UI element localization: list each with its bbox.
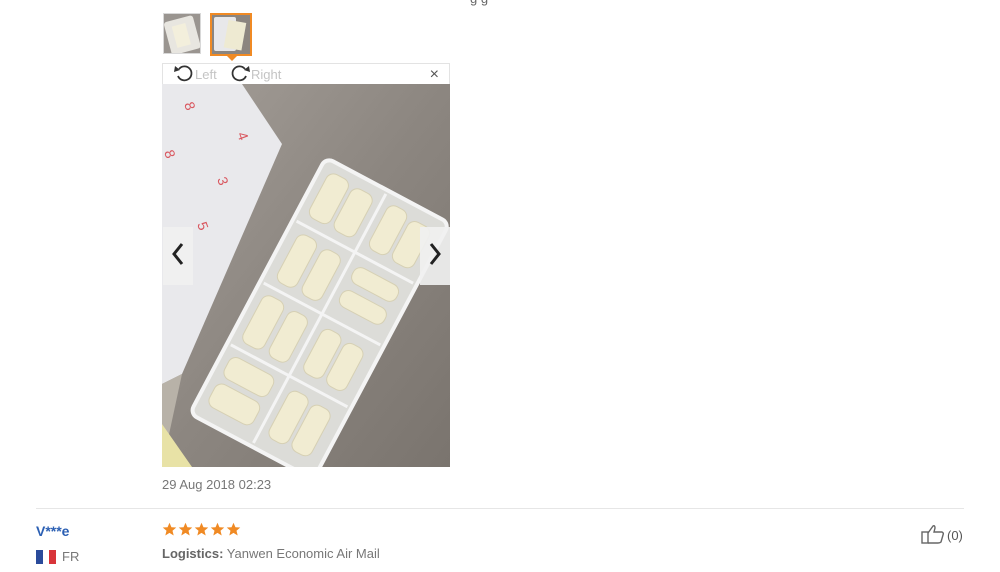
selected-thumbnail-pointer [226, 55, 238, 61]
logistics-value: Yanwen Economic Air Mail [226, 546, 380, 561]
review-date: 29 Aug 2018 02:23 [162, 477, 272, 492]
star-icon [178, 522, 193, 536]
reviewer-country: FR [36, 549, 79, 564]
rotate-right-icon [229, 63, 251, 86]
logistics-label: Logistics: [162, 546, 224, 561]
rotate-right-button[interactable]: Right [229, 63, 282, 86]
rotate-left-label: Left [195, 66, 217, 82]
review-photo-thumbnail-2[interactable] [210, 13, 252, 56]
star-icon [162, 522, 177, 536]
reviewer-name: V***e [36, 523, 70, 539]
review-divider [36, 508, 964, 509]
review-photo-thumbnail-1[interactable] [163, 13, 201, 54]
helpful-button[interactable]: (0) [921, 524, 963, 547]
star-icon [210, 522, 225, 536]
next-photo-button[interactable] [420, 227, 450, 285]
france-flag-icon [36, 549, 57, 564]
chevron-right-icon [428, 241, 442, 272]
close-viewer-button[interactable]: × [430, 66, 439, 84]
rotate-left-icon [173, 63, 195, 86]
country-code: FR [62, 549, 80, 564]
helpful-count: (0) [947, 528, 963, 543]
review-page: g g [0, 0, 1000, 572]
rotate-right-label: Right [251, 66, 282, 82]
chevron-left-icon [171, 241, 185, 272]
image-viewer-toolbar: Left Right × [162, 63, 450, 84]
rotate-left-button[interactable]: Left [173, 63, 217, 86]
cut-off-review-text: g g [470, 0, 488, 6]
star-rating [162, 522, 241, 537]
thumbs-up-icon [921, 524, 947, 547]
star-icon [226, 522, 241, 536]
star-icon [194, 522, 209, 536]
previous-photo-button[interactable] [163, 227, 193, 285]
logistics-info: Logistics: Yanwen Economic Air Mail [162, 546, 380, 561]
review-photo-large: 8 4 3 5 8 [162, 84, 450, 467]
